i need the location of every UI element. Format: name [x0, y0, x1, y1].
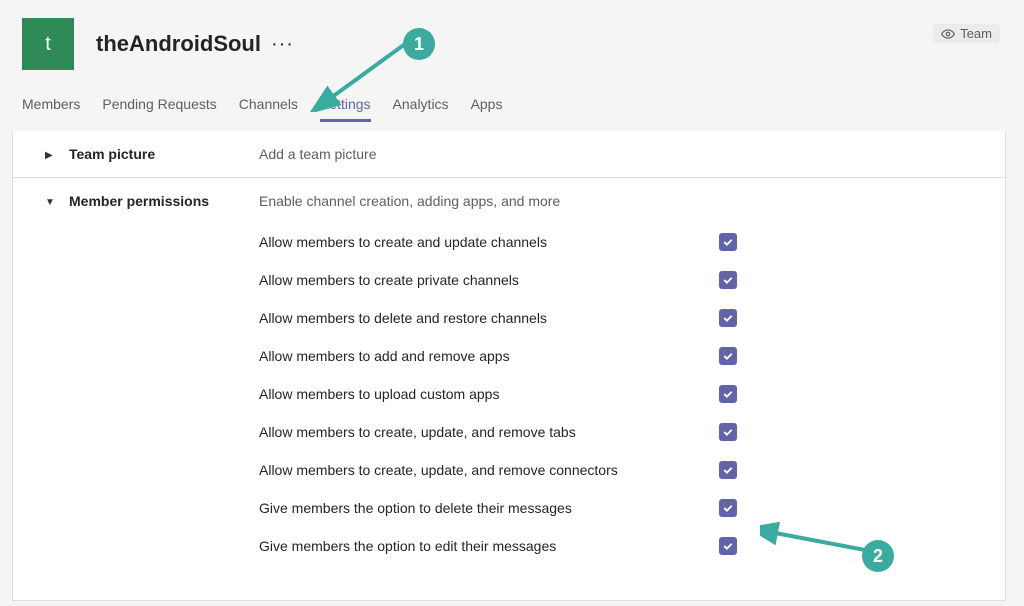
- permission-checkbox[interactable]: [719, 499, 737, 517]
- section-member-permissions: ▼ Member permissions Enable channel crea…: [13, 178, 1005, 590]
- permission-row: Allow members to create private channels: [259, 271, 977, 289]
- permission-checkbox[interactable]: [719, 347, 737, 365]
- permission-row: Allow members to add and remove apps: [259, 347, 977, 365]
- team-badge-label: Team: [960, 26, 992, 41]
- team-header: t theAndroidSoul ··· Team: [0, 18, 1024, 90]
- permission-row: Allow members to create, update, and rem…: [259, 461, 977, 479]
- permission-row: Allow members to delete and restore chan…: [259, 309, 977, 327]
- permission-label: Allow members to upload custom apps: [259, 386, 719, 402]
- permission-checkbox[interactable]: [719, 385, 737, 403]
- tab-pending-requests[interactable]: Pending Requests: [102, 90, 216, 122]
- permission-row: Allow members to upload custom apps: [259, 385, 977, 403]
- tab-settings[interactable]: Settings: [320, 90, 371, 122]
- permission-row: Allow members to create, update, and rem…: [259, 423, 977, 441]
- permission-label: Allow members to add and remove apps: [259, 348, 719, 364]
- tab-channels[interactable]: Channels: [239, 90, 298, 122]
- permission-checkbox[interactable]: [719, 423, 737, 441]
- permission-label: Give members the option to delete their …: [259, 500, 719, 516]
- eye-icon: [941, 27, 955, 41]
- permission-row: Give members the option to edit their me…: [259, 537, 977, 555]
- permission-row: Allow members to create and update chann…: [259, 233, 977, 251]
- team-avatar: t: [22, 18, 74, 70]
- caret-down-icon: ▼: [45, 197, 57, 208]
- permissions-list: Allow members to create and update chann…: [259, 233, 977, 555]
- section-desc: Add a team picture: [259, 146, 377, 162]
- more-options-button[interactable]: ···: [271, 33, 294, 56]
- team-privacy-badge[interactable]: Team: [933, 24, 1000, 43]
- caret-right-icon: ▶: [45, 150, 57, 161]
- permission-checkbox[interactable]: [719, 309, 737, 327]
- permission-label: Allow members to create, update, and rem…: [259, 424, 719, 440]
- tab-bar: Members Pending Requests Channels Settin…: [0, 90, 1024, 123]
- section-title: Team picture: [69, 146, 259, 162]
- section-title: Member permissions: [69, 193, 259, 209]
- section-team-picture[interactable]: ▶ Team picture Add a team picture: [13, 131, 1005, 178]
- permission-label: Allow members to delete and restore chan…: [259, 310, 719, 326]
- settings-panel: ▶ Team picture Add a team picture ▼ Memb…: [12, 131, 1006, 601]
- team-title: theAndroidSoul: [96, 31, 261, 57]
- permission-checkbox[interactable]: [719, 461, 737, 479]
- tab-analytics[interactable]: Analytics: [393, 90, 449, 122]
- section-desc: Enable channel creation, adding apps, an…: [259, 193, 560, 209]
- permission-label: Give members the option to edit their me…: [259, 538, 719, 554]
- permission-checkbox[interactable]: [719, 233, 737, 251]
- permission-checkbox[interactable]: [719, 271, 737, 289]
- permission-label: Allow members to create private channels: [259, 272, 719, 288]
- tab-apps[interactable]: Apps: [471, 90, 503, 122]
- tab-members[interactable]: Members: [22, 90, 80, 122]
- permission-checkbox[interactable]: [719, 537, 737, 555]
- permission-row: Give members the option to delete their …: [259, 499, 977, 517]
- section-header[interactable]: ▼ Member permissions Enable channel crea…: [45, 193, 977, 209]
- permission-label: Allow members to create, update, and rem…: [259, 462, 719, 478]
- permission-label: Allow members to create and update chann…: [259, 234, 719, 250]
